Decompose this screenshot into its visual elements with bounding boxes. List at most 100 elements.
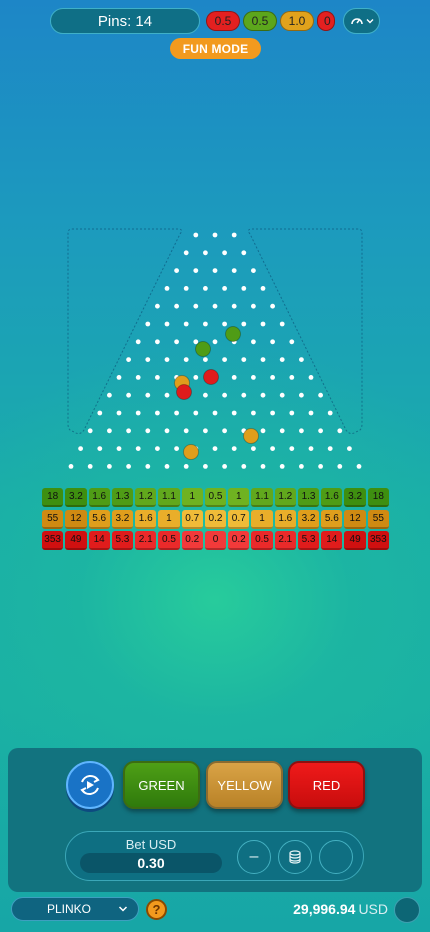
- pin: [222, 464, 228, 469]
- pin: [241, 321, 247, 327]
- green-multiplier-cell: 1.3: [111, 488, 134, 507]
- balls-group: [174, 326, 259, 460]
- pin: [270, 375, 275, 380]
- pin: [135, 375, 141, 380]
- pin: [299, 428, 304, 434]
- pin: [279, 392, 285, 398]
- pin: [145, 357, 151, 362]
- pin: [279, 428, 285, 434]
- pin: [251, 339, 256, 345]
- yellow-multiplier-cell: 3.2: [111, 510, 134, 529]
- bet-amount-input[interactable]: 0.30: [80, 853, 222, 873]
- green-multiplier-cell: 1.2: [135, 488, 157, 507]
- pin: [270, 339, 275, 345]
- pin: [193, 268, 199, 273]
- green-ball: [195, 341, 211, 357]
- yellow-multiplier-cell: 3.2: [297, 510, 320, 529]
- pin: [68, 464, 74, 469]
- pin: [145, 464, 151, 469]
- pin: [183, 357, 189, 362]
- decrease-bet-button[interactable]: –: [237, 840, 271, 874]
- yellow-multiplier-cell: 5.6: [321, 510, 343, 529]
- green-multiplier-cell: 1.2: [274, 488, 296, 507]
- game-selector[interactable]: PLINKO: [11, 897, 139, 921]
- red-bet-button[interactable]: RED: [288, 761, 365, 809]
- pin: [183, 464, 189, 469]
- pin: [299, 464, 304, 469]
- pin: [241, 286, 247, 291]
- pin: [164, 357, 170, 362]
- pin: [260, 286, 266, 291]
- pin: [318, 428, 323, 434]
- pin: [260, 392, 266, 398]
- pin: [231, 446, 237, 451]
- green-multiplier-cell: 3.2: [344, 488, 366, 507]
- pin: [241, 357, 247, 362]
- pin: [222, 392, 228, 398]
- pin: [222, 428, 228, 434]
- pin: [289, 375, 295, 380]
- help-button[interactable]: ?: [146, 899, 167, 920]
- yellow-bet-button[interactable]: YELLOW: [206, 761, 283, 809]
- pin: [260, 464, 266, 469]
- pin: [222, 321, 228, 327]
- pin: [337, 464, 343, 469]
- green-multiplier-cell: 18: [367, 488, 389, 507]
- pin: [279, 357, 285, 362]
- yellow-multiplier-cell: 55: [42, 510, 64, 529]
- pin: [356, 464, 362, 469]
- right-drop-guide: [247, 228, 363, 435]
- chevron-down-icon: [118, 906, 128, 912]
- pin: [193, 410, 199, 416]
- pin: [251, 375, 256, 380]
- yellow-ball: [243, 428, 259, 444]
- pin: [126, 428, 131, 434]
- pin: [135, 446, 141, 451]
- green-multiplier-cell: 1.6: [88, 488, 110, 507]
- plinko-game-screen: Pins: 14 0.5 0.5 1.0 0 FUN MODE 18 3.2 1.6…: [0, 0, 430, 932]
- increase-bet-button[interactable]: [319, 840, 353, 874]
- pin: [241, 250, 247, 256]
- pin: [299, 357, 304, 362]
- pin: [270, 303, 275, 309]
- pin: [193, 375, 199, 380]
- pin: [126, 392, 131, 398]
- pin: [308, 446, 314, 451]
- red-multiplier-cell: 2.1: [274, 531, 296, 550]
- red-multiplier-row: 353 49 14 5.3 2.1 0.5 0.2 0 0.2 0.5 2.1 5.3 14 49 353: [42, 531, 389, 550]
- red-multiplier-cell: 0.5: [158, 531, 180, 550]
- red-multiplier-cell: 353: [42, 531, 64, 550]
- coins-bet-button[interactable]: [278, 840, 312, 874]
- yellow-multiplier-row: 55 12 5.6 3.2 1.6 1 0.7 0.2 0.7 1 1.6 3.2 5.6 12 55: [42, 510, 389, 529]
- yellow-multiplier-cell: 12: [344, 510, 366, 529]
- pin: [87, 428, 93, 434]
- green-multiplier-cell: 1.1: [158, 488, 180, 507]
- green-bet-button[interactable]: GREEN: [123, 761, 200, 809]
- pin: [126, 357, 131, 362]
- pin: [327, 446, 333, 451]
- pin: [135, 410, 141, 416]
- pin: [270, 446, 275, 451]
- pin: [212, 410, 218, 416]
- pin: [318, 392, 323, 398]
- yellow-multiplier-cell: 1.6: [274, 510, 296, 529]
- pin: [222, 357, 228, 362]
- green-multiplier-cell: 1: [228, 488, 250, 507]
- pin: [116, 446, 122, 451]
- pin: [241, 464, 247, 469]
- pin: [212, 303, 218, 309]
- pin: [107, 464, 112, 469]
- red-multiplier-cell: 0: [204, 531, 227, 550]
- yellow-multiplier-cell: 55: [367, 510, 389, 529]
- pin: [203, 464, 208, 469]
- pin: [97, 410, 103, 416]
- pin: [174, 446, 180, 451]
- pin: [212, 446, 218, 451]
- red-multiplier-cell: 14: [321, 531, 343, 550]
- autoplay-button[interactable]: [66, 761, 114, 809]
- balance-currency: USD: [358, 901, 388, 917]
- pin: [155, 410, 160, 416]
- red-multiplier-cell: 5.3: [297, 531, 320, 550]
- menu-button[interactable]: [394, 897, 420, 923]
- pin: [231, 375, 237, 380]
